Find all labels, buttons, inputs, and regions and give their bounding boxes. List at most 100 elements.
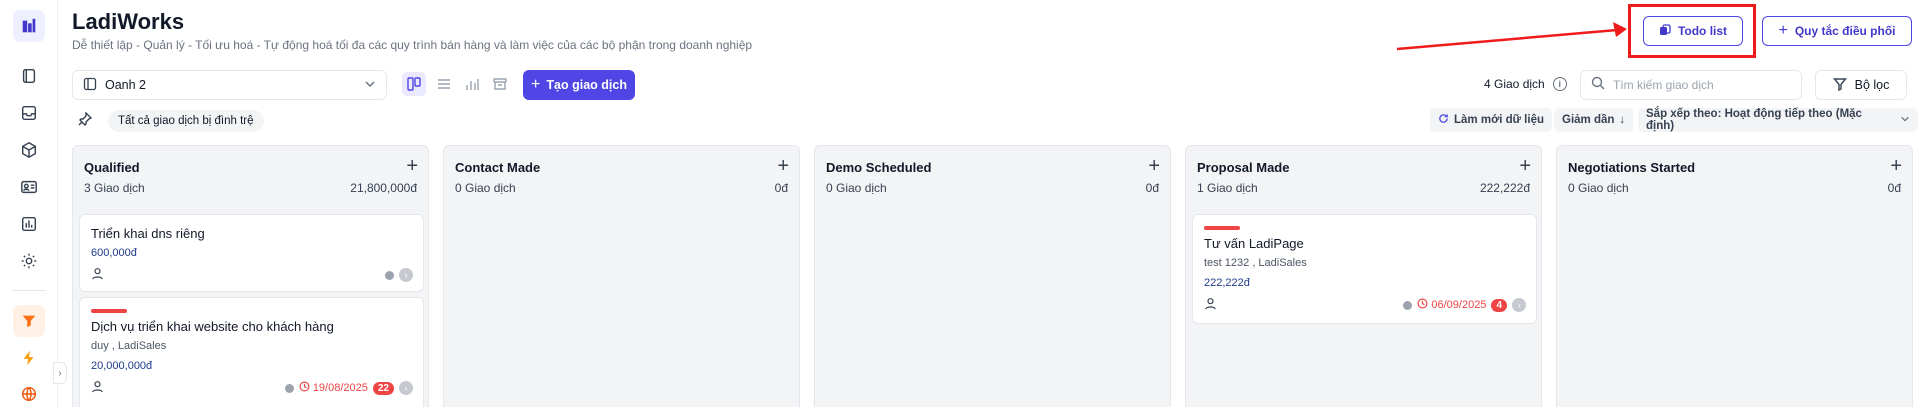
stage-column-demo-scheduled: Demo Scheduled + 0 Giao dịch 0đ <box>814 145 1171 407</box>
chevron-down-icon <box>1900 114 1910 127</box>
deal-contacts: test 1232 , LadiSales <box>1204 257 1307 269</box>
search-icon <box>1591 76 1605 95</box>
refresh-data-label: Làm mới dữ liệu <box>1454 114 1544 126</box>
deal-card[interactable]: Dịch vụ triển khai website cho khách hàn… <box>79 297 424 407</box>
chevron-right-icon[interactable]: › <box>1512 298 1526 312</box>
list-view-icon[interactable] <box>432 72 456 96</box>
gear-icon[interactable] <box>13 245 45 277</box>
arrow-down-icon: ↓ <box>1619 114 1626 126</box>
stage-total-value: 222,222đ <box>1479 181 1530 195</box>
clock-icon <box>299 381 310 395</box>
building-logo-icon[interactable] <box>13 10 45 42</box>
stage-deal-count: 3 Giao dịch <box>84 181 145 195</box>
bar-chart-icon[interactable] <box>13 208 45 240</box>
refresh-data-button[interactable]: Làm mới dữ liệu <box>1430 108 1552 132</box>
priority-stripe <box>91 309 127 313</box>
page-subtitle: Dễ thiết lập - Quản lý - Tối ưu hoá - Tự… <box>72 38 753 52</box>
filter-label: Bộ lọc <box>1854 78 1890 92</box>
pipeline-select[interactable]: Oanh 2 <box>72 70 387 100</box>
status-dot-icon <box>284 383 294 393</box>
stalled-deals-chip[interactable]: Tất cả giao dịch bị đình trệ <box>108 110 264 132</box>
funnel-icon[interactable] <box>13 305 45 337</box>
deal-contacts: duy , LadiSales <box>91 340 167 352</box>
user-icon[interactable] <box>1204 297 1217 315</box>
chevron-right-icon[interactable]: › <box>399 381 413 395</box>
search-box[interactable] <box>1580 70 1802 100</box>
add-deal-plus-icon[interactable]: + <box>777 156 789 176</box>
stage-deal-count: 0 Giao dịch <box>1568 181 1629 195</box>
stage-column-negotiations-started: Negotiations Started + 0 Giao dịch 0đ <box>1556 145 1913 407</box>
filter-button[interactable]: Bộ lọc <box>1815 70 1907 100</box>
create-deal-label: Tạo giao dịch <box>546 78 627 92</box>
archive-view-icon[interactable] <box>488 72 512 96</box>
add-deal-plus-icon[interactable]: + <box>1519 156 1531 176</box>
deal-meta: 19/08/2025 22 › <box>284 381 413 395</box>
activity-count-badge: 4 <box>1491 298 1507 312</box>
stage-column-contact-made: Contact Made + 0 Giao dịch 0đ <box>443 145 800 407</box>
globe-icon[interactable] <box>13 378 45 407</box>
stage-name: Negotiations Started <box>1568 160 1696 175</box>
plus-icon: + <box>1778 22 1788 39</box>
pin-icon[interactable] <box>78 111 93 131</box>
stage-name: Proposal Made <box>1197 160 1290 175</box>
add-deal-plus-icon[interactable]: + <box>406 156 418 176</box>
user-icon[interactable] <box>91 267 104 285</box>
sort-order-button[interactable]: Giảm dần ↓ <box>1554 108 1634 132</box>
sort-by-select[interactable]: Sắp xếp theo: Hoạt động tiếp theo (Mặc đ… <box>1638 108 1918 132</box>
stage-name: Demo Scheduled <box>826 160 932 175</box>
box-icon[interactable] <box>13 134 45 166</box>
deal-name: Triển khai dns riêng <box>91 226 205 241</box>
search-input[interactable] <box>1613 78 1791 92</box>
stage-deal-count: 0 Giao dịch <box>826 181 887 195</box>
deal-count: 4 Giao dịch i <box>1484 77 1567 91</box>
inbox-icon[interactable] <box>13 97 45 129</box>
todo-list-button[interactable]: Todo list <box>1643 16 1743 46</box>
due-date-text: 06/09/2025 <box>1431 299 1487 311</box>
deal-meta: 06/09/2025 4 › <box>1403 298 1526 312</box>
report-view-icon[interactable] <box>460 72 484 96</box>
chevron-down-icon <box>364 78 376 93</box>
deal-count-text: 4 Giao dịch <box>1484 77 1545 91</box>
page-title: LadiWorks <box>72 9 185 34</box>
status-dot-icon <box>385 270 394 280</box>
due-date: 06/09/2025 <box>1417 298 1486 312</box>
user-icon[interactable] <box>91 380 104 398</box>
chevron-right-icon[interactable]: › <box>399 268 413 282</box>
deal-card[interactable]: Triển khai dns riêng 600,000đ › <box>79 214 424 292</box>
priority-stripe <box>1204 226 1240 230</box>
filter-icon <box>1832 77 1847 94</box>
stage-column-proposal-made: Proposal Made + 1 Giao dịch 222,222đ Tư … <box>1185 145 1542 407</box>
todo-list-label: Todo list <box>1677 24 1728 38</box>
dispatch-rules-button[interactable]: + Quy tắc điều phối <box>1762 16 1912 46</box>
add-deal-plus-icon[interactable]: + <box>1148 156 1160 176</box>
due-date-text: 19/08/2025 <box>312 382 368 394</box>
dispatch-rules-label: Quy tắc điều phối <box>1794 24 1896 38</box>
pipeline-select-value: Oanh 2 <box>105 78 147 92</box>
stage-name: Contact Made <box>455 160 541 175</box>
stage-deal-count: 1 Giao dịch <box>1197 181 1258 195</box>
stage-column-qualified: Qualified + 3 Giao dịch 21,800,000đ Triể… <box>72 145 429 407</box>
deal-meta: › <box>385 268 413 282</box>
add-deal-plus-icon[interactable]: + <box>1890 156 1902 176</box>
clock-icon <box>1417 298 1428 312</box>
deal-name: Tư vấn LadiPage <box>1204 236 1304 251</box>
plus-icon: + <box>531 76 541 93</box>
create-deal-button[interactable]: + Tạo giao dịch <box>523 70 635 100</box>
contact-card-icon[interactable] <box>13 171 45 203</box>
deal-card[interactable]: Tư vấn LadiPage test 1232 , LadiSales 22… <box>1192 214 1537 324</box>
book-icon[interactable] <box>13 60 45 92</box>
lightning-icon[interactable] <box>13 342 45 374</box>
stage-name: Qualified <box>84 160 140 175</box>
todo-list-icon <box>1659 23 1671 39</box>
kanban-view-icon[interactable] <box>402 72 426 96</box>
sort-order-label: Giảm dần <box>1562 114 1615 126</box>
stage-total-value: 0đ <box>1887 181 1901 195</box>
collapse-sidebar-button[interactable]: › <box>53 362 67 384</box>
deal-name: Dịch vụ triển khai website cho khách hàn… <box>91 319 334 334</box>
sidebar <box>0 0 58 407</box>
due-date: 19/08/2025 <box>299 381 368 395</box>
status-dot-icon <box>1403 300 1413 310</box>
annotation-arrow <box>1396 22 1627 51</box>
deal-amount: 600,000đ <box>91 247 137 259</box>
info-icon[interactable]: i <box>1552 77 1567 91</box>
